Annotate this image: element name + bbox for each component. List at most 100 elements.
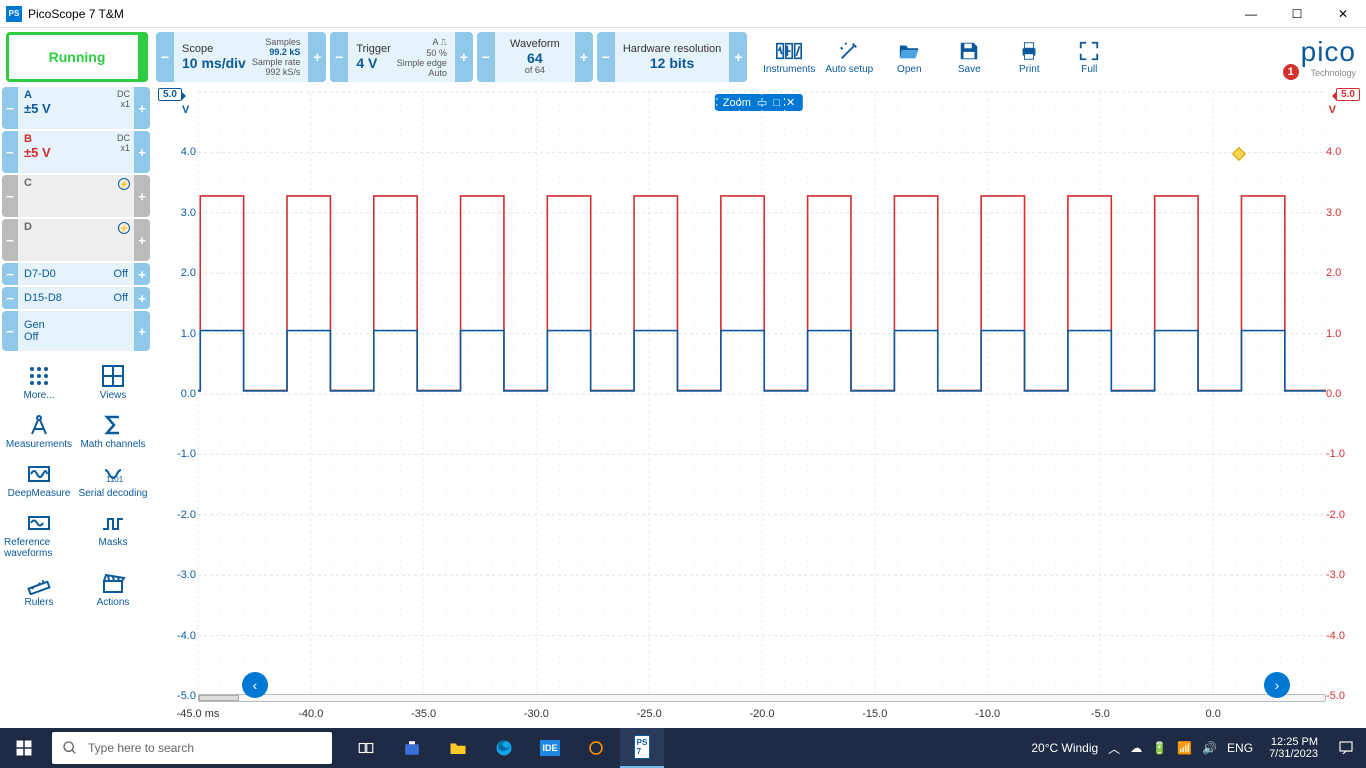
ch-b-name: B (24, 133, 128, 145)
serial-label: Serial decoding (79, 488, 148, 499)
ch-a-plus[interactable]: + (134, 87, 150, 129)
reference-button[interactable]: Reference waveforms (4, 507, 74, 563)
tray-battery-icon[interactable]: 🔋 (1152, 741, 1167, 755)
channel-d-row[interactable]: − D ⚡ + (2, 219, 150, 261)
d15-plus[interactable]: + (134, 287, 150, 309)
plot-area[interactable]: 5.0 V 5.0 V Zoom ▭ □ ✕ 4.03.02.01.00.0-1… (152, 86, 1366, 728)
brand-text: pico (1301, 36, 1356, 68)
masks-button[interactable]: Masks (78, 507, 148, 563)
views-button[interactable]: Views (78, 360, 148, 405)
hwres-tile[interactable]: − Hardware resolution 12 bits + (597, 32, 747, 82)
save-button[interactable]: Save (939, 40, 999, 75)
print-label: Print (1019, 64, 1040, 75)
rulers-button[interactable]: Rulers (4, 567, 74, 612)
d7-minus[interactable]: − (2, 263, 18, 285)
channel-b-row[interactable]: − B ±5 V DCx1 + (2, 131, 150, 173)
fullscreen-button[interactable]: Full (1059, 40, 1119, 75)
circle-icon (587, 739, 605, 757)
trigger-plus[interactable]: + (455, 32, 473, 82)
d15-minus[interactable]: − (2, 287, 18, 309)
scope-minus[interactable]: − (156, 32, 174, 82)
tray-volume-icon[interactable]: 🔊 (1202, 741, 1217, 755)
d7-plus[interactable]: + (134, 263, 150, 285)
deepmeasure-button[interactable]: DeepMeasure (4, 458, 74, 503)
edge-button[interactable] (482, 728, 526, 768)
measurements-button[interactable]: Measurements (4, 409, 74, 454)
scope-sub1: Samples (265, 37, 300, 47)
gen-label: Gen (24, 319, 45, 331)
tray-chevron-icon[interactable]: ︿ (1108, 740, 1120, 757)
picoscope-taskbar-button[interactable]: PS7 (620, 728, 664, 768)
ch-c-minus[interactable]: − (2, 175, 18, 217)
taskview-icon (357, 739, 375, 757)
tray-lang[interactable]: ENG (1227, 741, 1253, 755)
run-stop-button[interactable]: Running (6, 32, 148, 82)
serial-button[interactable]: 1101 Serial decoding (78, 458, 148, 503)
nav-next-button[interactable]: › (1264, 672, 1290, 698)
scope-tile[interactable]: − Scope 10 ms/div Samples 99.2 kS Sample… (156, 32, 326, 82)
gen-minus[interactable]: − (2, 311, 18, 351)
more-button[interactable]: More... (4, 360, 74, 405)
generator-row[interactable]: − GenOff + (2, 311, 150, 351)
task-view-button[interactable] (344, 728, 388, 768)
open-button[interactable]: Open (879, 40, 939, 75)
waveform-tile[interactable]: − Waveform 64 of 64 + (477, 32, 593, 82)
notifications-button[interactable] (1326, 728, 1366, 768)
digital-d15-row[interactable]: − D15-D8Off + (2, 287, 150, 309)
ide-button[interactable]: IDE (528, 728, 572, 768)
hwres-plus[interactable]: + (729, 32, 747, 82)
waveform-plus[interactable]: + (575, 32, 593, 82)
trigger-minus[interactable]: − (330, 32, 348, 82)
ch-d-minus[interactable]: − (2, 219, 18, 261)
window-controls: — ☐ ✕ (1228, 0, 1366, 28)
oscilloscope-plot (152, 86, 1366, 728)
tray-wifi-icon[interactable]: 📶 (1177, 741, 1192, 755)
tool-grid: More... Views Measurements Math channels… (0, 352, 152, 620)
scope-plus[interactable]: + (308, 32, 326, 82)
hwres-label: Hardware resolution (623, 43, 721, 55)
notification-badge[interactable]: 1 (1283, 64, 1299, 80)
actions-button[interactable]: Actions (78, 567, 148, 612)
d7-label: D7-D0 (24, 268, 56, 280)
ch-a-minus[interactable]: − (2, 87, 18, 129)
trigger-sub4: Auto (428, 68, 447, 78)
store-button[interactable] (390, 728, 434, 768)
digital-d7-row[interactable]: − D7-D0 Off + (2, 263, 150, 285)
taskbar-clock[interactable]: 12:25 PM 7/31/2023 (1261, 736, 1326, 760)
ch-b-plus[interactable]: + (134, 131, 150, 173)
instruments-button[interactable]: Instruments (759, 40, 819, 75)
nav-prev-button[interactable]: ‹ (242, 672, 268, 698)
channel-a-row[interactable]: − A ±5 V DCx1 + (2, 87, 150, 129)
weather-widget[interactable]: 20°C Windig (1031, 741, 1098, 755)
windows-taskbar: Type here to search IDE PS7 20°C Windig … (0, 728, 1366, 768)
measurements-label: Measurements (6, 439, 72, 450)
channel-c-row[interactable]: − C ⚡ + (2, 175, 150, 217)
maximize-button[interactable]: ☐ (1274, 0, 1320, 28)
autosetup-button[interactable]: Auto setup (819, 40, 879, 75)
minimize-button[interactable]: — (1228, 0, 1274, 28)
ch-a-meta1: DC (117, 89, 130, 99)
hwres-minus[interactable]: − (597, 32, 615, 82)
math-button[interactable]: Math channels (78, 409, 148, 454)
scrollbar-thumb[interactable] (199, 695, 239, 701)
ch-d-plus[interactable]: + (134, 219, 150, 261)
waveform-minus[interactable]: − (477, 32, 495, 82)
mask-icon (99, 511, 127, 535)
ch-c-plus[interactable]: + (134, 175, 150, 217)
tray-onedrive-icon[interactable]: ☁ (1130, 741, 1142, 755)
app-button[interactable] (574, 728, 618, 768)
close-button[interactable]: ✕ (1320, 0, 1366, 28)
gen-plus[interactable]: + (134, 311, 150, 351)
explorer-button[interactable] (436, 728, 480, 768)
sigma-icon (99, 413, 127, 437)
d7-state: Off (114, 268, 128, 280)
scope-sub2v: 992 kS/s (265, 67, 300, 77)
trigger-tile[interactable]: − Trigger 4 V A ⎍ 50 % Simple edge Auto … (330, 32, 472, 82)
taskbar-search[interactable]: Type here to search (52, 732, 332, 764)
time-scrollbar[interactable] (198, 694, 1326, 702)
svg-text:1101: 1101 (106, 475, 124, 484)
print-button[interactable]: Print (999, 40, 1059, 75)
ch-a-meta2: x1 (120, 99, 130, 109)
ch-b-minus[interactable]: − (2, 131, 18, 173)
start-button[interactable] (0, 728, 48, 768)
